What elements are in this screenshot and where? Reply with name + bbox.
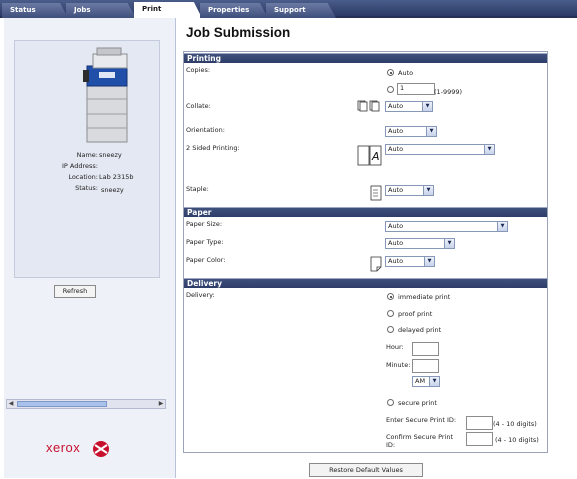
chevron-down-icon: ▼ (424, 257, 434, 266)
printing-section-header: Printing (184, 53, 547, 63)
horizontal-scrollbar[interactable]: ◀ ▶ (6, 399, 166, 409)
status-value: sneezy (101, 186, 124, 194)
printer-info-panel: Name: sneezy IP Address: Location: Lab 2… (14, 40, 160, 278)
chevron-down-icon: ▼ (484, 145, 494, 154)
chevron-down-icon: ▼ (444, 239, 454, 248)
copies-number-radio[interactable] (387, 86, 394, 93)
secure-print-label: secure print (398, 399, 437, 407)
collate-icon (357, 100, 380, 112)
scroll-right-icon[interactable]: ▶ (157, 400, 165, 408)
printer-icon (83, 47, 128, 143)
tab-support[interactable]: Support (266, 3, 336, 18)
restore-defaults-button[interactable]: Restore Default Values (309, 463, 423, 477)
chevron-down-icon: ▼ (423, 186, 433, 195)
page-title: Job Submission (186, 25, 291, 40)
chevron-down-icon: ▼ (422, 102, 432, 111)
secure-print-id-input[interactable] (466, 416, 493, 430)
paper-size-label: Paper Size: (186, 220, 223, 228)
delivery-label: Delivery: (186, 291, 215, 299)
orientation-label: Orientation: (186, 126, 225, 134)
enter-secure-id-label: Enter Secure Print ID: (386, 416, 457, 424)
chevron-down-icon: ▼ (497, 222, 507, 231)
staple-select[interactable]: Auto ▼ (385, 185, 434, 196)
minute-input[interactable] (412, 359, 439, 373)
confirm-secure-id-label: Confirm Secure Print ID: (386, 433, 454, 449)
secure-print-radio[interactable] (387, 399, 394, 406)
paper-type-label: Paper Type: (186, 238, 224, 246)
two-sided-icon: A (357, 145, 382, 166)
tab-print[interactable]: Print (134, 2, 202, 18)
collate-label: Collate: (186, 102, 211, 110)
hour-label: Hour: (386, 343, 404, 351)
copies-auto-label: Auto (398, 69, 414, 77)
staple-label: Staple: (186, 185, 209, 193)
location-label: Location: (68, 173, 98, 181)
status-label: Status: (75, 184, 98, 192)
delivery-section-header: Delivery (184, 278, 547, 288)
two-sided-label: 2 Sided Printing: (186, 144, 240, 152)
delayed-print-label: delayed print (398, 326, 442, 334)
xerox-sphere-icon (93, 441, 109, 457)
scrollbar-thumb[interactable] (17, 401, 107, 407)
paper-color-select[interactable]: Auto ▼ (385, 256, 435, 267)
tab-jobs[interactable]: Jobs (66, 3, 136, 18)
paper-size-select[interactable]: Auto ▼ (385, 221, 508, 232)
paper-color-label: Paper Color: (186, 256, 226, 264)
scroll-left-icon[interactable]: ◀ (7, 400, 15, 408)
svg-text:A: A (371, 150, 380, 163)
chevron-down-icon: ▼ (429, 377, 439, 386)
immediate-print-label: immediate print (398, 293, 451, 301)
confirm-secure-print-id-input[interactable] (466, 432, 493, 446)
chevron-down-icon: ▼ (426, 127, 436, 136)
location-value: Lab 2315b (99, 173, 134, 181)
copies-auto-radio[interactable] (387, 69, 394, 76)
tab-bar: Status Jobs Print Properties Support (0, 0, 577, 18)
paper-type-select[interactable]: Auto ▼ (385, 238, 455, 249)
paper-color-icon (370, 256, 382, 272)
hour-input[interactable] (412, 342, 439, 356)
enter-id-hint: (4 - 10 digits) (493, 420, 537, 428)
copies-input[interactable]: 1 (397, 83, 435, 95)
collate-select[interactable]: Auto ▼ (385, 101, 433, 112)
staple-icon (370, 185, 382, 201)
minute-label: Minute: (386, 361, 411, 369)
proof-print-radio[interactable] (387, 310, 394, 317)
paper-section-header: Paper (184, 207, 547, 217)
xerox-logo: xerox (46, 438, 126, 458)
proof-print-label: proof print (398, 310, 433, 318)
orientation-select[interactable]: Auto ▼ (385, 126, 437, 137)
copies-label: Copies: (186, 66, 211, 74)
tab-properties[interactable]: Properties (200, 3, 268, 18)
tab-status[interactable]: Status (2, 3, 68, 18)
confirm-id-hint: (4 - 10 digits) (495, 436, 539, 444)
two-sided-select[interactable]: Auto ▼ (385, 144, 495, 155)
ampm-select[interactable]: AM ▼ (412, 376, 440, 387)
refresh-button[interactable]: Refresh (54, 285, 96, 298)
immediate-print-radio[interactable] (387, 293, 394, 300)
delayed-print-radio[interactable] (387, 326, 394, 333)
printer-name-value: sneezy (99, 151, 122, 159)
ip-address-label: IP Address: (62, 162, 98, 170)
copies-range-hint: (1-9999) (434, 88, 463, 96)
printer-name-label: Name: (76, 151, 98, 159)
